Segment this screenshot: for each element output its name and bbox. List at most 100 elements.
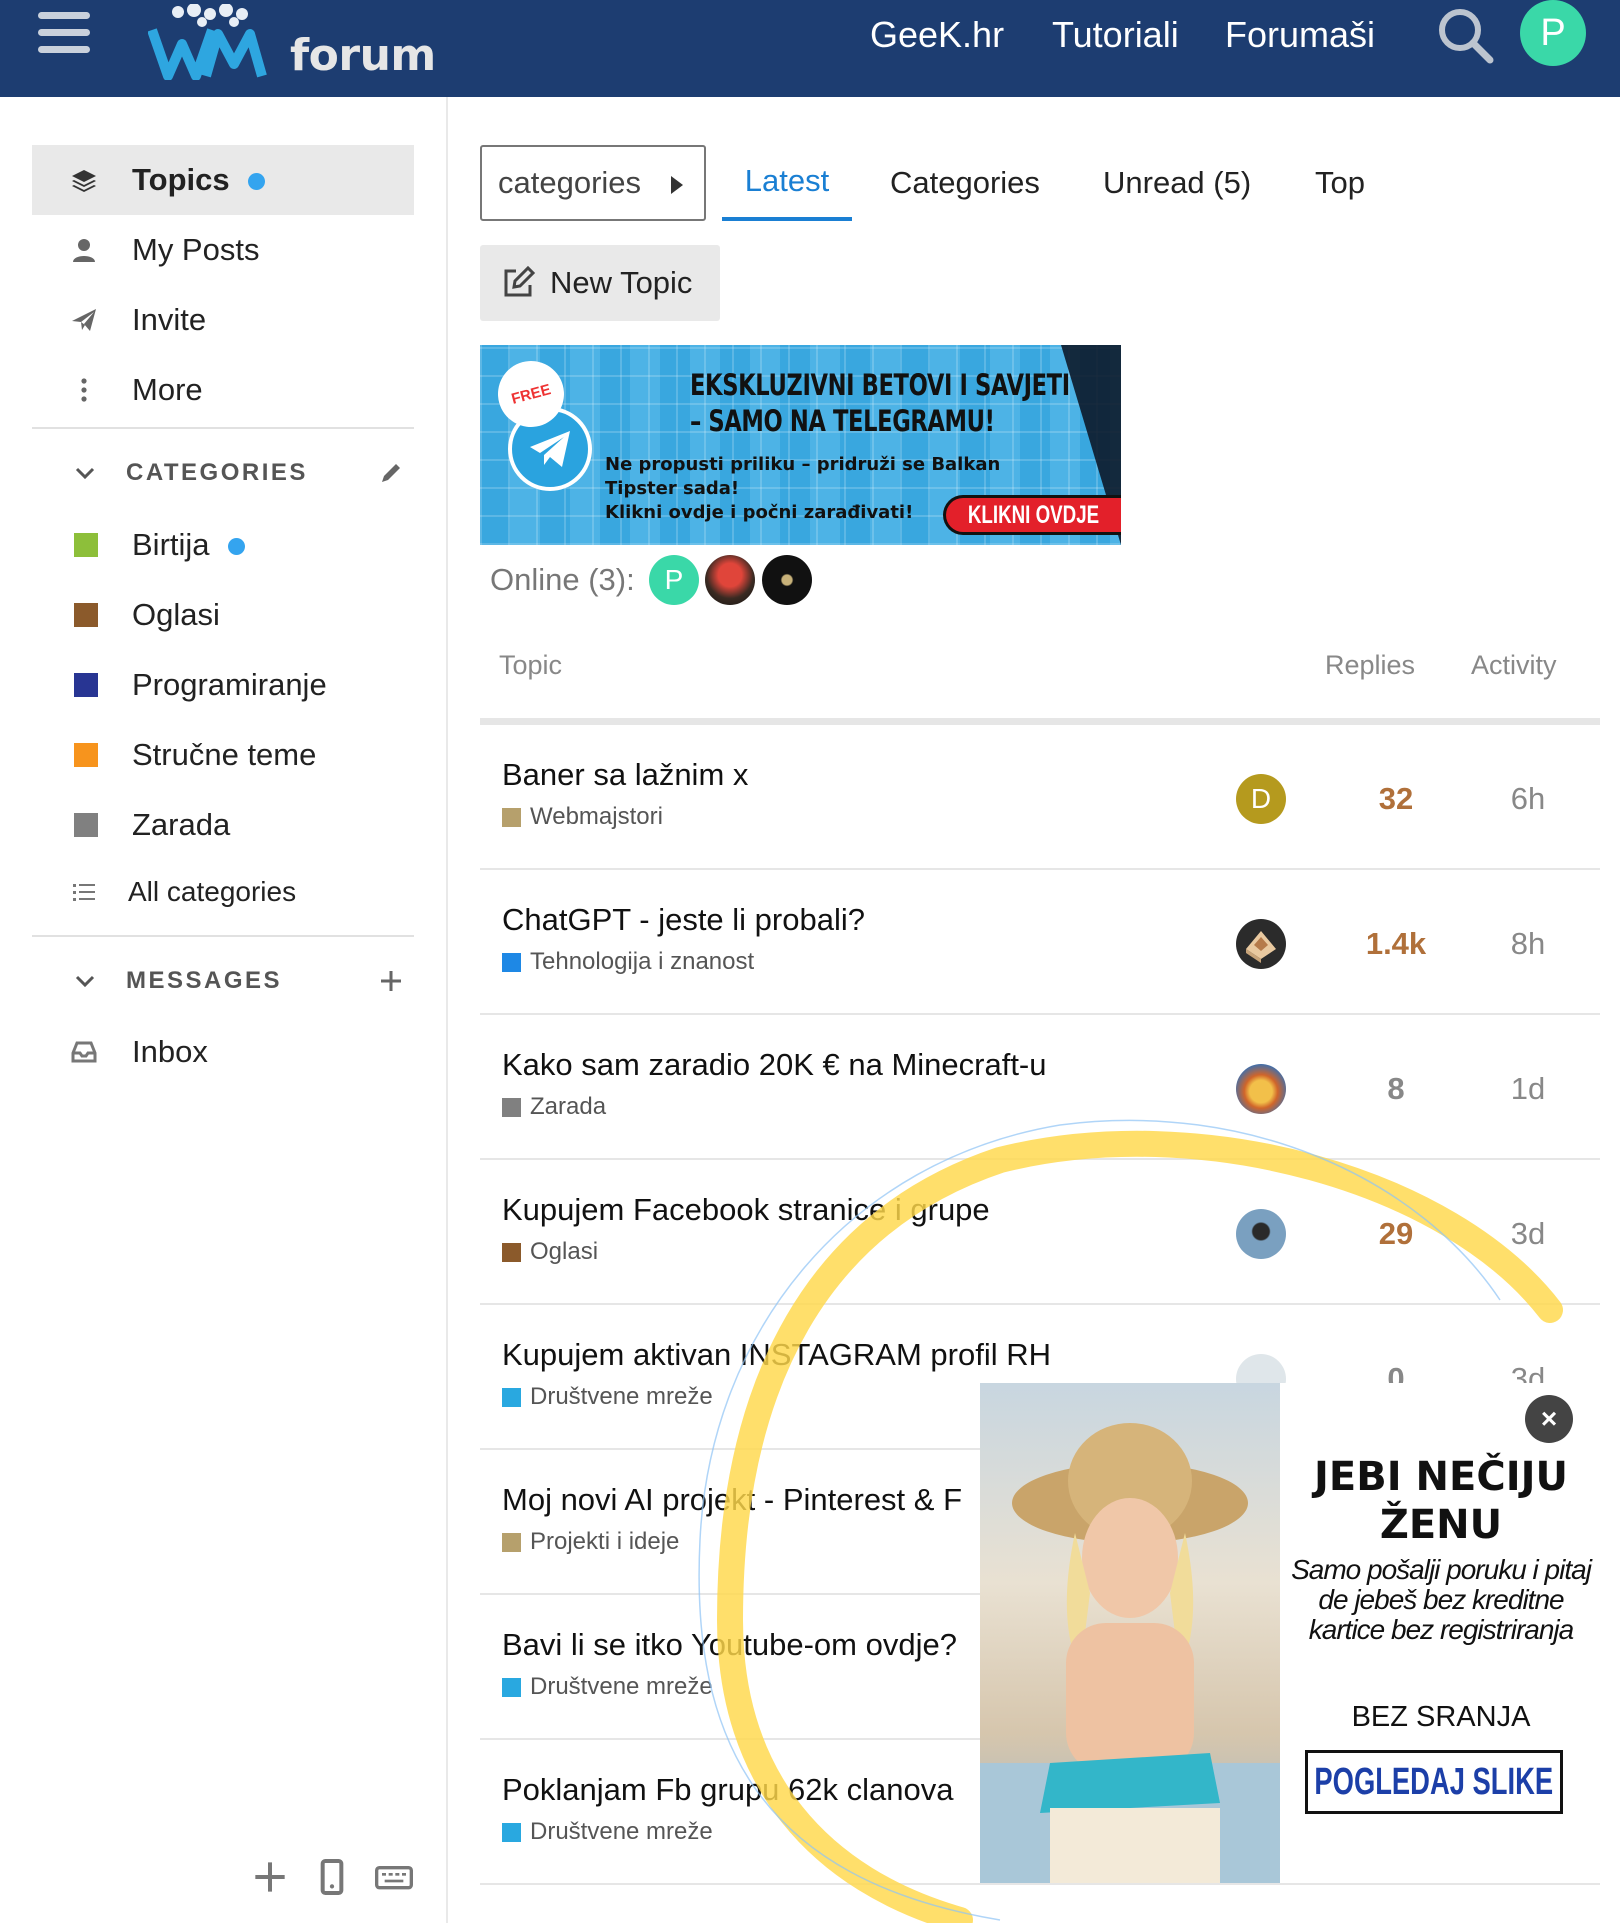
topic-title[interactable]: Kupujem aktivan INSTAGRAM profil RH bbox=[502, 1337, 1051, 1373]
paper-plane-icon bbox=[72, 309, 96, 331]
online-avatar-p[interactable]: P bbox=[649, 555, 699, 605]
pencil-icon[interactable] bbox=[378, 460, 404, 486]
sidebar-item-topics[interactable]: Topics bbox=[32, 145, 414, 215]
topic-title[interactable]: Kako sam zaradio 20K € na Minecraft-u bbox=[502, 1047, 1047, 1083]
online-avatar-3[interactable] bbox=[762, 555, 812, 605]
keyboard-shortcuts-icon[interactable] bbox=[374, 1857, 414, 1897]
unread-dot bbox=[227, 538, 245, 556]
activity-time[interactable]: 3d bbox=[1474, 1216, 1582, 1252]
activity-time[interactable]: 6h bbox=[1474, 781, 1582, 817]
sidebar-category-label: Programiranje bbox=[132, 667, 327, 702]
new-topic-label: New Topic bbox=[550, 265, 693, 300]
topic-category[interactable]: Društvene mreže bbox=[502, 1673, 713, 1701]
ad-tagline: BEZ SRANJA bbox=[1351, 1701, 1531, 1733]
popup-ad[interactable]: × JEBI NEČIJU ŽENU Samo pošalji poruku i… bbox=[980, 1383, 1600, 1883]
sidebar-item-label: Inbox bbox=[132, 1034, 208, 1069]
ad-body-text: Samo pošalji poruku i pitaj de jebeš bez… bbox=[1291, 1554, 1592, 1645]
tab-categories[interactable]: Categories bbox=[890, 145, 1040, 221]
topic-category[interactable]: Oglasi bbox=[502, 1238, 598, 1266]
logo-text: forum bbox=[290, 30, 436, 81]
category-color-swatch bbox=[502, 952, 521, 972]
online-avatar-2[interactable] bbox=[705, 555, 755, 605]
topic-category[interactable]: Društvene mreže bbox=[502, 1383, 713, 1411]
reply-count[interactable]: 1.4k bbox=[1338, 926, 1454, 962]
nav-link-forumasi[interactable]: Forumaši bbox=[1225, 14, 1375, 56]
sidebar-divider bbox=[32, 427, 414, 429]
ad-cta-button[interactable]: POGLEDAJ SLIKE bbox=[1305, 1750, 1563, 1814]
messages-section-header[interactable]: MESSAGES bbox=[32, 951, 414, 1011]
site-logo[interactable]: forum bbox=[148, 0, 436, 80]
table-row[interactable]: Kako sam zaradio 20K € na Minecraft-u Za… bbox=[480, 1015, 1600, 1160]
tab-latest[interactable]: Latest bbox=[722, 145, 852, 221]
topic-title[interactable]: Bavi li se itko Youtube-om ovdje? bbox=[502, 1627, 957, 1663]
reply-count[interactable]: 32 bbox=[1338, 781, 1454, 817]
sidebar-item-my-posts[interactable]: My Posts bbox=[32, 215, 414, 285]
table-row[interactable]: Baner sa lažnim x Webmajstori D 32 6h bbox=[480, 725, 1600, 870]
reply-count[interactable]: 8 bbox=[1338, 1071, 1454, 1107]
category-color-swatch bbox=[502, 1097, 521, 1117]
chevron-down-icon[interactable] bbox=[74, 970, 96, 992]
top-header: forum GeeK.hr Tutoriali Forumaši P bbox=[0, 0, 1620, 97]
table-row[interactable]: Kupujem Facebook stranice i grupe Oglasi… bbox=[480, 1160, 1600, 1305]
topic-category[interactable]: Tehnologija i znanost bbox=[502, 948, 754, 976]
poster-avatar[interactable] bbox=[1236, 1209, 1286, 1259]
activity-time[interactable]: 1d bbox=[1474, 1071, 1582, 1107]
sidebar-item-invite[interactable]: Invite bbox=[32, 285, 414, 355]
hamburger-menu-icon[interactable] bbox=[38, 12, 90, 56]
column-header-activity[interactable]: Activity bbox=[1471, 650, 1557, 681]
topic-category[interactable]: Webmajstori bbox=[502, 803, 663, 831]
sidebar-category-strucne-teme[interactable]: Stručne teme bbox=[32, 720, 414, 790]
category-color-swatch bbox=[502, 1242, 521, 1262]
chevron-down-icon[interactable] bbox=[74, 462, 96, 484]
banner-cta-button[interactable]: KLIKNI OVDJE bbox=[943, 495, 1121, 535]
nav-link-geek[interactable]: GeeK.hr bbox=[870, 14, 1004, 56]
sidebar-item-label: Invite bbox=[132, 302, 207, 337]
sidebar-category-programiranje[interactable]: Programiranje bbox=[32, 650, 414, 720]
sidebar-category-zarada[interactable]: Zarada bbox=[32, 790, 414, 860]
tab-top[interactable]: Top bbox=[1315, 145, 1365, 221]
telegram-banner-ad[interactable]: FREE EKSKLUZIVNI BETOVI I SAVJETI – SAMO … bbox=[480, 345, 1121, 545]
sidebar-category-label: Birtija bbox=[132, 527, 245, 563]
poster-avatar[interactable] bbox=[1236, 1064, 1286, 1114]
column-header-topic[interactable]: Topic bbox=[499, 650, 562, 681]
column-header-replies[interactable]: Replies bbox=[1325, 650, 1415, 681]
new-topic-button[interactable]: New Topic bbox=[480, 245, 720, 321]
sidebar-category-birtija[interactable]: Birtija bbox=[32, 510, 414, 580]
sidebar-item-label: More bbox=[132, 372, 203, 407]
sidebar-item-more[interactable]: More bbox=[32, 355, 414, 425]
topic-title[interactable]: Baner sa lažnim x bbox=[502, 757, 748, 793]
ad-photo[interactable] bbox=[980, 1383, 1280, 1883]
user-avatar[interactable]: P bbox=[1520, 0, 1586, 66]
category-color-swatch bbox=[502, 1532, 521, 1552]
topic-category[interactable]: Društvene mreže bbox=[502, 1818, 713, 1846]
nav-link-tutoriali[interactable]: Tutoriali bbox=[1052, 14, 1179, 56]
sidebar-item-inbox[interactable]: Inbox bbox=[32, 1017, 414, 1087]
categories-dropdown[interactable]: categories bbox=[480, 145, 706, 221]
topic-title[interactable]: Moj novi AI projekt - Pinterest & F bbox=[502, 1482, 962, 1518]
table-row[interactable]: ChatGPT - jeste li probali? Tehnologija … bbox=[480, 870, 1600, 1015]
mobile-view-icon[interactable] bbox=[312, 1857, 352, 1897]
topic-category[interactable]: Projekti i ideje bbox=[502, 1528, 679, 1556]
poster-avatar[interactable] bbox=[1236, 919, 1286, 969]
topic-category[interactable]: Zarada bbox=[502, 1093, 606, 1121]
inbox-icon bbox=[71, 1041, 97, 1063]
topic-title[interactable]: ChatGPT - jeste li probali? bbox=[502, 902, 865, 938]
reply-count[interactable]: 29 bbox=[1338, 1216, 1454, 1252]
caret-right-icon bbox=[671, 176, 683, 194]
sidebar-all-categories[interactable]: All categories bbox=[32, 857, 414, 927]
tab-unread[interactable]: Unread (5) bbox=[1103, 145, 1251, 221]
ad-headline: JEBI NEČIJU ŽENU bbox=[1314, 1454, 1568, 1548]
poster-avatar[interactable]: D bbox=[1236, 774, 1286, 824]
search-icon[interactable] bbox=[1434, 4, 1496, 66]
activity-time[interactable]: 8h bbox=[1474, 926, 1582, 962]
online-label: Online (3): bbox=[490, 562, 635, 597]
topic-title[interactable]: Kupujem Facebook stranice i grupe bbox=[502, 1192, 990, 1228]
banner-title: EKSKLUZIVNI BETOVI I SAVJETI – SAMO NA TE… bbox=[690, 368, 1070, 438]
messages-title: MESSAGES bbox=[126, 967, 283, 994]
plus-icon[interactable] bbox=[378, 968, 404, 994]
categories-section-header[interactable]: CATEGORIES bbox=[32, 443, 414, 503]
add-plus-icon[interactable] bbox=[250, 1857, 290, 1897]
sidebar-category-oglasi[interactable]: Oglasi bbox=[32, 580, 414, 650]
topic-title[interactable]: Poklanjam Fb grupu 62k clanova bbox=[502, 1772, 953, 1808]
close-ad-button[interactable]: × bbox=[1525, 1395, 1573, 1443]
